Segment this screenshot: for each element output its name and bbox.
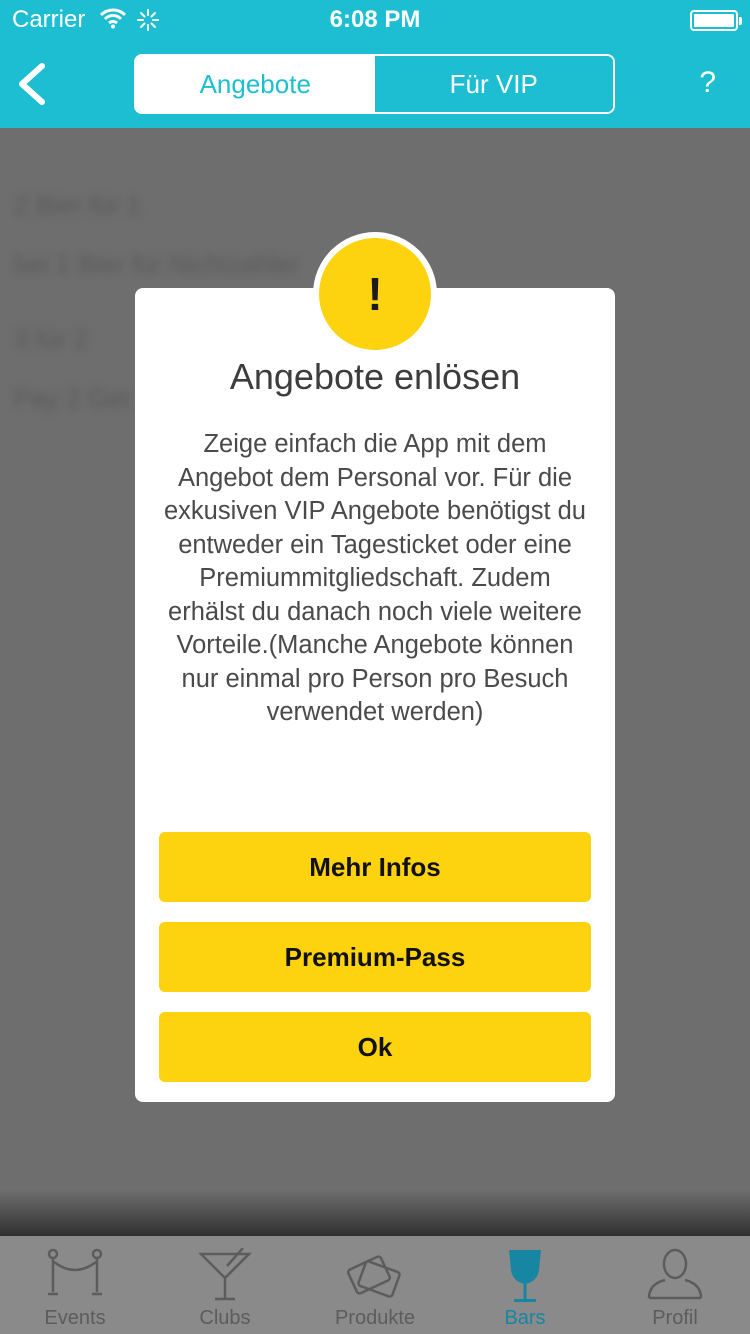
list-item: bei 1 Bier für Nichtzahler — [14, 249, 299, 279]
status-bar: Carrier 6:08 PM — [0, 0, 750, 40]
wine-glass-icon — [509, 1250, 541, 1302]
more-info-button[interactable]: Mehr Infos — [159, 832, 591, 902]
list-item: 2 Bier für 1 — [14, 190, 142, 220]
premium-pass-button[interactable]: Premium-Pass — [159, 922, 591, 992]
tab-produkte[interactable]: Produkte — [300, 1236, 450, 1334]
tab-bars[interactable]: Bars — [450, 1236, 600, 1334]
back-chevron-icon[interactable] — [14, 62, 48, 106]
tab-label: Produkte — [334, 1307, 416, 1329]
tab-events[interactable]: Events — [0, 1236, 150, 1334]
tab-profil[interactable]: Profil — [600, 1236, 750, 1334]
ok-button[interactable]: Ok — [159, 1012, 591, 1082]
segment-fuer-vip[interactable]: Für VIP — [374, 56, 613, 112]
tab-label: Bars — [504, 1307, 546, 1329]
segment-angebote[interactable]: Angebote — [136, 56, 375, 112]
exclamation-icon: ! — [319, 238, 431, 350]
battery-icon — [690, 10, 742, 31]
tab-label: Profil — [652, 1307, 698, 1329]
tab-bar: Events Clubs Produkte Bars Profil — [0, 1236, 750, 1334]
tab-label: Clubs — [199, 1307, 251, 1329]
bottom-shade — [0, 1190, 750, 1238]
tab-label: Events — [44, 1307, 106, 1329]
segmented-control: Angebote Für VIP — [134, 54, 615, 114]
help-button[interactable]: ? — [699, 66, 716, 100]
tickets-icon — [346, 1255, 401, 1298]
alert-dialog: Angebote enlösen Zeige einfach die App m… — [135, 288, 615, 1102]
person-icon — [647, 1248, 703, 1300]
tab-clubs[interactable]: Clubs — [150, 1236, 300, 1334]
rope-barrier-icon — [47, 1248, 103, 1296]
navigation-bar: Carrier 6:08 PM Angebote Für VIP ? — [0, 0, 750, 128]
dialog-title: Angebote enlösen — [229, 356, 521, 397]
dialog-message: Zeige einfach die App mit dem Angebot de… — [163, 430, 586, 726]
status-time: 6:08 PM — [329, 6, 421, 33]
cocktail-glass-icon — [197, 1248, 253, 1301]
